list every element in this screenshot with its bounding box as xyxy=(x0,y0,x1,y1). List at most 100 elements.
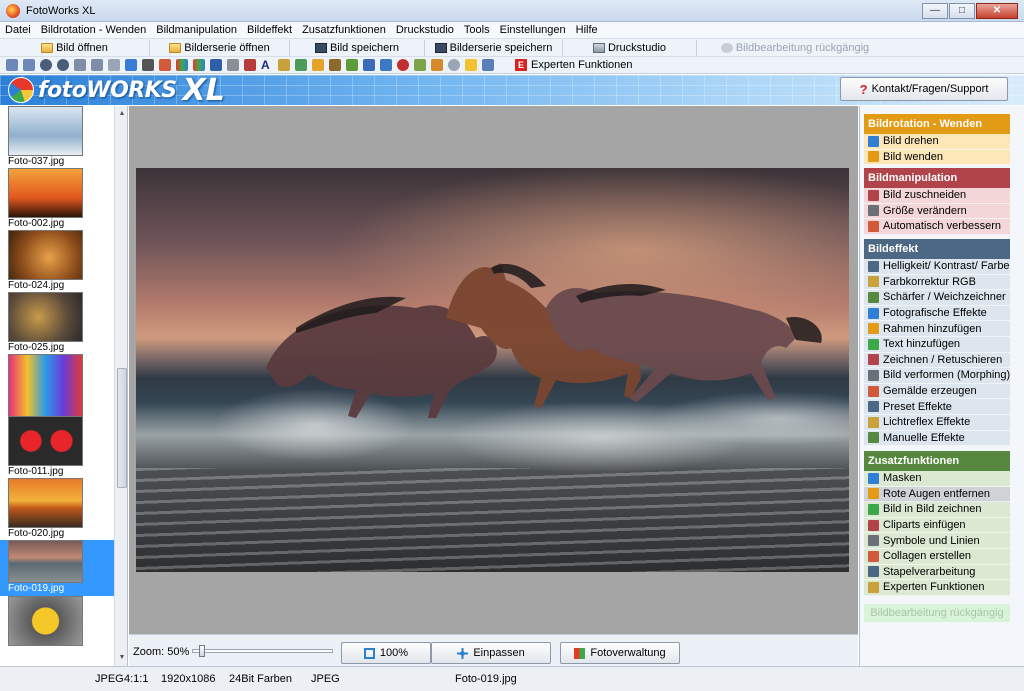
thumbnail-item[interactable]: Foto-037.jpg xyxy=(0,106,114,168)
rotate-cw-icon[interactable] xyxy=(57,59,69,71)
expert-functions-button[interactable]: E Experten Funktionen xyxy=(515,59,633,71)
thumbnail-item[interactable]: Foto-011.jpg xyxy=(0,416,114,478)
panel-item[interactable]: Automatisch verbessern xyxy=(864,219,1010,235)
panel-item[interactable]: Helligkeit/ Kontrast/ Farbe xyxy=(864,259,1010,275)
brightness-icon[interactable] xyxy=(176,59,188,71)
panel-item[interactable]: Cliparts einfügen xyxy=(864,517,1010,534)
menu-bildrotation[interactable]: Bildrotation - Wenden xyxy=(36,24,152,36)
panel-item[interactable]: Symbole und Linien xyxy=(864,533,1010,549)
panel-item[interactable]: Bild wenden xyxy=(864,149,1010,166)
light-effect-icon[interactable] xyxy=(346,59,358,71)
open-series-button[interactable]: Bilderserie öffnen xyxy=(150,39,290,56)
thumbnail-item[interactable]: Foto-030.jpg xyxy=(0,354,114,437)
panel-item[interactable]: Gemälde erzeugen xyxy=(864,383,1010,400)
maximize-button[interactable]: □ xyxy=(949,3,975,19)
panel-item[interactable]: Zeichnen / Retuschieren xyxy=(864,352,1010,369)
clipart-icon[interactable] xyxy=(431,59,443,71)
save-series-button[interactable]: Bilderserie speichern xyxy=(425,39,563,56)
open-image-button[interactable]: Bild öffnen xyxy=(0,39,150,56)
thumbnail-item[interactable]: Foto-025.jpg xyxy=(0,292,114,354)
resize-icon[interactable] xyxy=(142,59,154,71)
batch-icon[interactable] xyxy=(482,59,494,71)
rotate-ccw-icon[interactable] xyxy=(40,59,52,71)
flip-horizontal-icon[interactable] xyxy=(74,59,86,71)
menu-bildeffekt[interactable]: Bildeffekt xyxy=(242,24,297,36)
scroll-down-icon[interactable]: ▼ xyxy=(116,652,127,664)
auto-enhance-icon[interactable] xyxy=(159,59,171,71)
menu-hilfe[interactable]: Hilfe xyxy=(571,24,603,36)
morph-icon[interactable] xyxy=(295,59,307,71)
menu-einstellungen[interactable]: Einstellungen xyxy=(495,24,571,36)
zoom-slider-knob[interactable] xyxy=(199,645,205,657)
mirror-icon[interactable] xyxy=(108,59,120,71)
frame-icon[interactable] xyxy=(244,59,256,71)
panel-section-title[interactable]: Bildrotation - Wenden xyxy=(864,114,1010,134)
panel-section-title[interactable]: Zusatzfunktionen xyxy=(864,451,1010,471)
fit-icon xyxy=(457,647,469,659)
panel-item[interactable]: Manuelle Effekte xyxy=(864,430,1010,447)
panel-item-icon xyxy=(868,566,879,578)
panel-item[interactable]: Bild zuschneiden xyxy=(864,188,1010,204)
mask-icon[interactable] xyxy=(380,59,392,71)
scrollbar-thumb[interactable] xyxy=(117,368,127,488)
minimize-button[interactable]: — xyxy=(922,3,948,19)
thumbnail-item[interactable]: Foto-020.jpg xyxy=(0,478,114,540)
panel-item[interactable]: Fotografische Effekte xyxy=(864,305,1010,322)
manual-effect-icon[interactable] xyxy=(363,59,375,71)
thumbnail-item[interactable] xyxy=(0,596,114,658)
menu-datei[interactable]: Datei xyxy=(0,24,36,36)
photo-manager-button[interactable]: Fotoverwaltung xyxy=(560,642,680,664)
fit-button[interactable]: Einpassen xyxy=(431,642,551,664)
picture-in-picture-icon[interactable] xyxy=(414,59,426,71)
panel-undo-button[interactable]: Bildbearbeitung rückgängig xyxy=(864,604,1010,622)
panel-item[interactable]: Rote Augen entfernen xyxy=(864,486,1010,503)
panel-item[interactable]: Bild drehen xyxy=(864,134,1010,150)
collage-icon[interactable] xyxy=(465,59,477,71)
scroll-up-icon[interactable]: ▲ xyxy=(116,108,127,120)
main-photo[interactable] xyxy=(136,168,849,572)
undo-button[interactable]: Bildbearbeitung rückgängig xyxy=(697,40,893,56)
painting-icon[interactable] xyxy=(312,59,324,71)
thumbnail-scrollbar[interactable]: ▲ ▼ xyxy=(114,106,127,666)
panel-item[interactable]: Stapelverarbeitung xyxy=(864,564,1010,581)
panel-section-title[interactable]: Bildeffekt xyxy=(864,239,1010,259)
rotate-right-icon[interactable] xyxy=(23,59,35,71)
close-button[interactable]: ✕ xyxy=(976,3,1018,19)
panel-item[interactable]: Collagen erstellen xyxy=(864,548,1010,565)
draw-icon[interactable] xyxy=(278,59,290,71)
thumbnail-item[interactable]: Foto-024.jpg xyxy=(0,230,114,292)
menu-zusatzfunktionen[interactable]: Zusatzfunktionen xyxy=(297,24,391,36)
text-icon[interactable]: A xyxy=(261,59,273,71)
thumbnail-item[interactable]: Foto-002.jpg xyxy=(0,168,114,230)
red-eye-icon[interactable] xyxy=(397,59,409,71)
panel-item[interactable]: Bild verformen (Morphing) xyxy=(864,368,1010,384)
panel-item[interactable]: Bild in Bild zeichnen xyxy=(864,502,1010,518)
flip-vertical-icon[interactable] xyxy=(91,59,103,71)
panel-item[interactable]: Größe verändern xyxy=(864,203,1010,220)
support-button[interactable]: ? Kontakt/Fragen/Support xyxy=(840,77,1008,101)
crop-icon[interactable] xyxy=(125,59,137,71)
panel-item[interactable]: Lichtreflex Effekte xyxy=(864,414,1010,431)
symbols-icon[interactable] xyxy=(448,59,460,71)
thumbnail-item-selected[interactable]: Foto-019.jpg xyxy=(0,540,114,596)
save-image-button[interactable]: Bild speichern xyxy=(290,39,425,56)
sharpen-icon[interactable] xyxy=(210,59,222,71)
panel-section-title[interactable]: Bildmanipulation xyxy=(864,168,1010,188)
zoom-slider[interactable] xyxy=(192,645,333,657)
menu-druckstudio[interactable]: Druckstudio xyxy=(391,24,459,36)
preset-icon[interactable] xyxy=(329,59,341,71)
rgb-icon[interactable] xyxy=(193,59,205,71)
rotate-left-icon[interactable] xyxy=(6,59,18,71)
menu-tools[interactable]: Tools xyxy=(459,24,495,36)
panel-item[interactable]: Schärfer / Weichzeichner xyxy=(864,290,1010,306)
panel-item[interactable]: Text hinzufügen xyxy=(864,336,1010,353)
panel-item[interactable]: Preset Effekte xyxy=(864,399,1010,415)
panel-item[interactable]: Rahmen hinzufügen xyxy=(864,321,1010,337)
print-studio-button[interactable]: Druckstudio xyxy=(563,39,697,56)
panel-item[interactable]: Farbkorrektur RGB xyxy=(864,274,1010,291)
panel-item[interactable]: Experten Funktionen xyxy=(864,580,1010,596)
menu-bildmanipulation[interactable]: Bildmanipulation xyxy=(151,24,242,36)
photo-effects-icon[interactable] xyxy=(227,59,239,71)
panel-item[interactable]: Masken xyxy=(864,471,1010,487)
zoom-100-button[interactable]: 100% xyxy=(341,642,431,664)
